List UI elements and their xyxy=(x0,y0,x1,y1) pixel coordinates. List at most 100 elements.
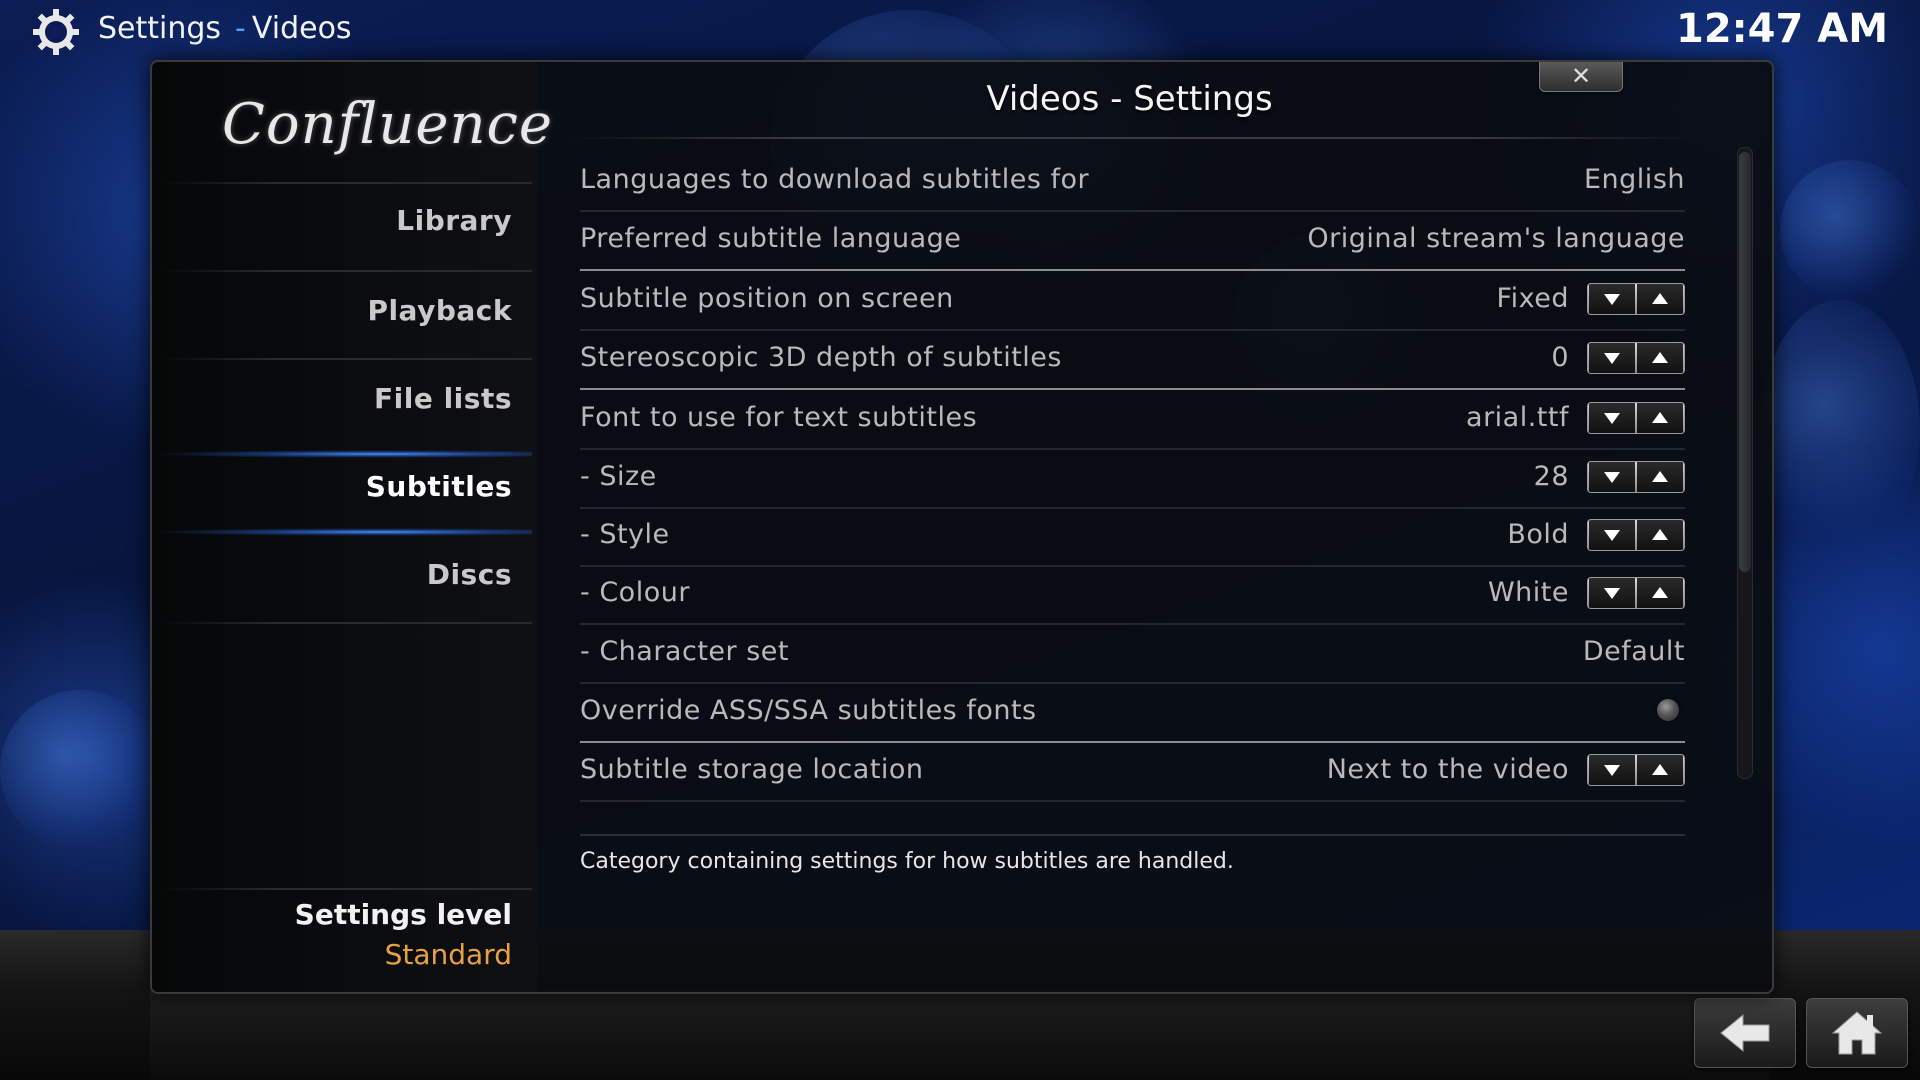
setting-row-preferred-language[interactable]: Preferred subtitle language Original str… xyxy=(580,211,1685,271)
setting-label: Override ASS/SSA subtitles fonts xyxy=(580,695,1037,726)
radio-toggle[interactable] xyxy=(1657,699,1679,721)
setting-value: 0 xyxy=(1551,342,1569,373)
spinner-down-button[interactable] xyxy=(1589,578,1635,608)
setting-row-font[interactable]: Font to use for text subtitles arial.ttf xyxy=(580,390,1685,450)
triangle-up-icon xyxy=(1652,352,1668,363)
setting-value: Next to the video xyxy=(1326,754,1569,785)
settings-dialog: Confluence Library Playback File lists S… xyxy=(150,60,1774,994)
setting-value: Fixed xyxy=(1496,283,1569,314)
scrollbar[interactable] xyxy=(1737,147,1753,779)
selection-glow-bottom xyxy=(152,528,532,536)
top-bar: Settings - Videos 12:47 AM xyxy=(0,0,1920,60)
sidebar-divider xyxy=(162,270,532,272)
spinner-down-button[interactable] xyxy=(1589,403,1635,433)
home-button[interactable] xyxy=(1806,998,1908,1068)
triangle-up-icon xyxy=(1652,293,1668,304)
setting-value: Bold xyxy=(1507,519,1569,550)
setting-row-download-languages[interactable]: Languages to download subtitles for Engl… xyxy=(580,152,1685,212)
sidebar-item-library[interactable]: Library xyxy=(152,204,512,237)
setting-row-style[interactable]: - Style Bold xyxy=(580,507,1685,567)
background-bubble xyxy=(1760,300,1920,560)
spinner-up-button[interactable] xyxy=(1637,520,1683,550)
breadcrumb: Settings - Videos xyxy=(98,11,352,46)
setting-label: Subtitle storage location xyxy=(580,754,924,785)
background-bubble xyxy=(1780,160,1920,300)
gear-icon xyxy=(33,9,79,55)
value-spinner xyxy=(1587,283,1685,315)
spinner-up-button[interactable] xyxy=(1637,578,1683,608)
value-spinner xyxy=(1587,461,1685,493)
bottom-panel xyxy=(150,990,1770,1080)
setting-value: arial.ttf xyxy=(1466,402,1569,433)
setting-value: White xyxy=(1487,577,1569,608)
settings-level-value[interactable]: Standard xyxy=(152,938,512,971)
triangle-down-icon xyxy=(1604,530,1620,541)
settings-level-label[interactable]: Settings level xyxy=(152,898,512,931)
breadcrumb-separator: - xyxy=(235,11,246,46)
setting-value: 28 xyxy=(1533,461,1569,492)
value-spinner xyxy=(1587,754,1685,786)
spinner-down-button[interactable] xyxy=(1589,343,1635,373)
triangle-down-icon xyxy=(1604,588,1620,599)
setting-description: Category containing settings for how sub… xyxy=(580,849,1234,874)
setting-label: - Colour xyxy=(580,577,690,608)
setting-row-size[interactable]: - Size 28 xyxy=(580,449,1685,509)
back-button[interactable] xyxy=(1694,998,1796,1068)
background-bubble xyxy=(0,690,160,850)
setting-label: Font to use for text subtitles xyxy=(580,402,978,433)
setting-row-storage-location[interactable]: Subtitle storage location Next to the vi… xyxy=(580,742,1685,802)
clock: 12:47 AM xyxy=(1675,6,1888,52)
kodi-screen: Settings - Videos 12:47 AM Confluence Libr… xyxy=(0,0,1920,1080)
triangle-up-icon xyxy=(1652,529,1668,540)
setting-row-override-ass-fonts[interactable]: Override ASS/SSA subtitles fonts xyxy=(580,683,1685,743)
setting-value: English xyxy=(1584,164,1685,195)
home-icon xyxy=(1831,1011,1883,1055)
setting-label: - Character set xyxy=(580,636,789,667)
close-button[interactable]: ✕ xyxy=(1539,62,1623,92)
title-divider xyxy=(567,137,1697,139)
sidebar-item-subtitles[interactable]: Subtitles xyxy=(152,470,512,503)
setting-value: Original stream's language xyxy=(1307,223,1685,254)
back-arrow-icon xyxy=(1720,1013,1770,1053)
sidebar-divider xyxy=(162,358,532,360)
setting-value: Default xyxy=(1582,636,1685,667)
value-spinner xyxy=(1587,342,1685,374)
setting-row-character-set[interactable]: - Character set Default xyxy=(580,624,1685,684)
triangle-down-icon xyxy=(1604,413,1620,424)
setting-row-subtitle-position[interactable]: Subtitle position on screen Fixed xyxy=(580,271,1685,331)
triangle-down-icon xyxy=(1604,765,1620,776)
spinner-up-button[interactable] xyxy=(1637,343,1683,373)
triangle-down-icon xyxy=(1604,353,1620,364)
setting-label: - Size xyxy=(580,461,657,492)
spinner-up-button[interactable] xyxy=(1637,755,1683,785)
sidebar-item-playback[interactable]: Playback xyxy=(152,294,512,327)
sidebar-divider xyxy=(162,888,532,890)
value-spinner xyxy=(1587,402,1685,434)
setting-row-3d-depth[interactable]: Stereoscopic 3D depth of subtitles 0 xyxy=(580,330,1685,390)
description-divider xyxy=(580,834,1685,836)
spinner-down-button[interactable] xyxy=(1589,520,1635,550)
triangle-up-icon xyxy=(1652,412,1668,423)
breadcrumb-section: Settings xyxy=(98,11,222,46)
sidebar-item-file-lists[interactable]: File lists xyxy=(152,382,512,415)
setting-label: Languages to download subtitles for xyxy=(580,164,1090,195)
value-spinner xyxy=(1587,577,1685,609)
setting-label: Subtitle position on screen xyxy=(580,283,954,314)
spinner-up-button[interactable] xyxy=(1637,284,1683,314)
spinner-up-button[interactable] xyxy=(1637,462,1683,492)
sidebar: Confluence Library Playback File lists S… xyxy=(152,62,552,992)
close-icon: ✕ xyxy=(1570,62,1592,90)
triangle-up-icon xyxy=(1652,471,1668,482)
triangle-up-icon xyxy=(1652,764,1668,775)
spinner-down-button[interactable] xyxy=(1589,755,1635,785)
breadcrumb-subsection: Videos xyxy=(251,11,352,46)
setting-row-colour[interactable]: - Colour White xyxy=(580,565,1685,625)
sidebar-divider xyxy=(162,182,532,184)
spinner-up-button[interactable] xyxy=(1637,403,1683,433)
setting-label: - Style xyxy=(580,519,670,550)
sidebar-item-discs[interactable]: Discs xyxy=(152,558,512,591)
triangle-down-icon xyxy=(1604,294,1620,305)
spinner-down-button[interactable] xyxy=(1589,462,1635,492)
scrollbar-thumb[interactable] xyxy=(1739,152,1751,572)
spinner-down-button[interactable] xyxy=(1589,284,1635,314)
